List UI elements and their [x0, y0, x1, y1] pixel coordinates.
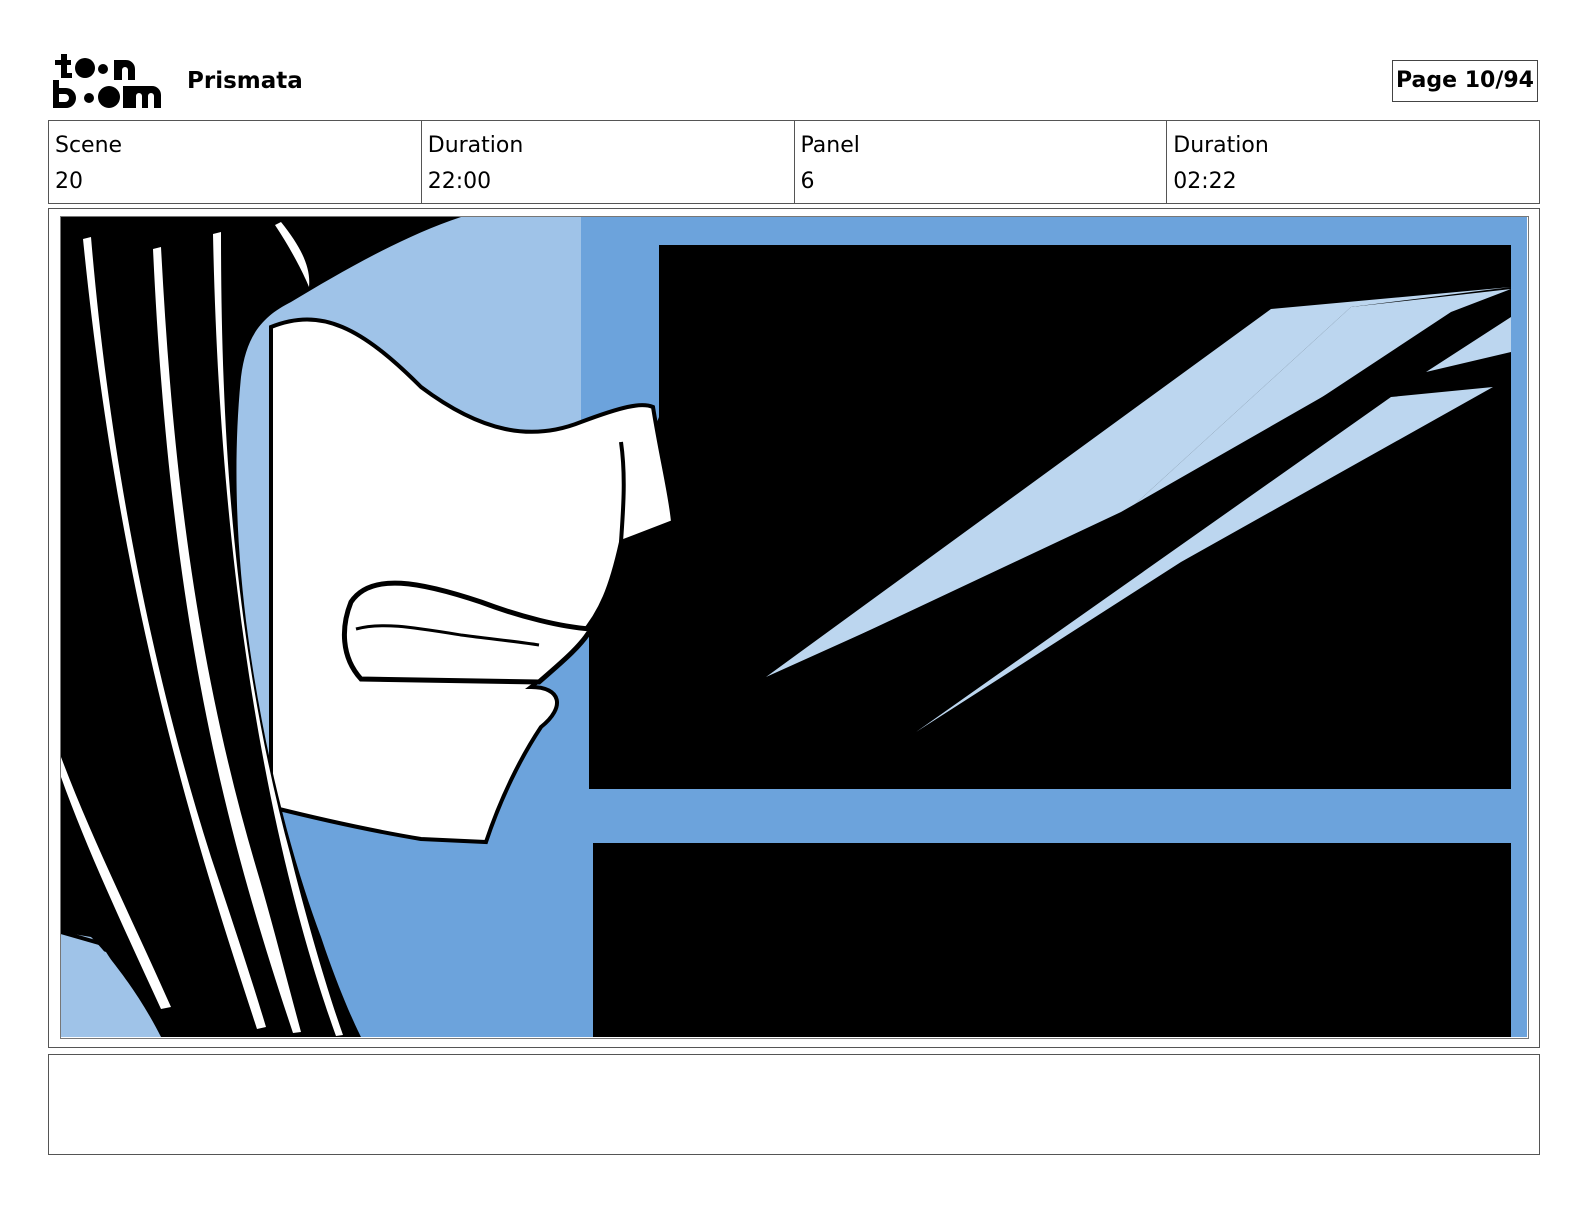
scene-value: 20: [55, 169, 83, 194]
panel-cell: Panel 6: [795, 121, 1168, 203]
scene-duration-cell: Duration 22:00: [422, 121, 795, 203]
scene-duration-value: 22:00: [427, 169, 492, 194]
panel-duration-label: Duration: [1173, 133, 1269, 158]
scene-cell: Scene 20: [49, 121, 422, 203]
notes-box: [48, 1054, 1540, 1155]
scene-label: Scene: [55, 133, 123, 158]
scene-duration-label: Duration: [427, 133, 524, 158]
info-table: Scene 20 Duration 22:00 Panel 6 Duration…: [48, 120, 1540, 204]
project-title: Prismata: [187, 68, 303, 94]
panel-label: Panel: [800, 133, 860, 158]
panel-value: 6: [800, 169, 815, 194]
panel-image: [60, 216, 1529, 1039]
page-indicator: Page 10/94: [1392, 60, 1538, 102]
toon-boom-logo: [52, 52, 164, 110]
panel-duration-value: 02:22: [1173, 169, 1237, 194]
dark-area-lower: [593, 843, 1511, 1037]
panel-frame: [48, 208, 1540, 1048]
blue-band: [589, 789, 1511, 843]
panel-duration-cell: Duration 02:22: [1167, 121, 1539, 203]
